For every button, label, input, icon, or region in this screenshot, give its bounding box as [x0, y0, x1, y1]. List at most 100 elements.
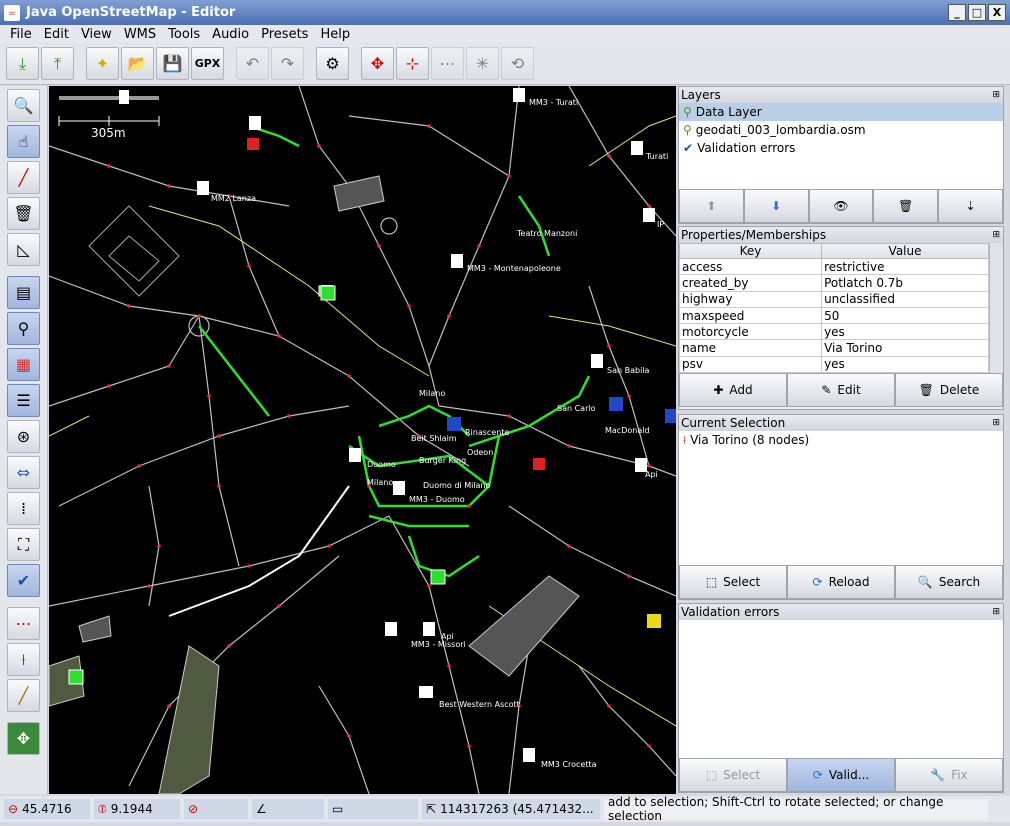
delete-mode-icon: 🗑 — [13, 204, 34, 223]
table-row[interactable]: psv yes — [678, 355, 989, 374]
menu-edit[interactable]: Edit — [38, 27, 75, 42]
toggle-visibility-button[interactable]: 👁 — [808, 189, 874, 223]
combine-way-button[interactable]: ⊹ — [396, 47, 429, 80]
pin-icon[interactable]: ⊞ — [992, 90, 1000, 100]
extrude-icon: ◺ — [17, 240, 30, 259]
heading-icon: ⊘ — [188, 802, 199, 816]
toggle-properties-button[interactable]: ⚲ — [7, 312, 40, 345]
toggle-conflict-button[interactable]: ⊛ — [7, 420, 40, 453]
merge-layer-button[interactable]: ⇣ — [938, 189, 1003, 223]
segment-tool-button[interactable]: ╱ — [7, 679, 40, 712]
new-button[interactable]: ✦ — [86, 47, 119, 80]
table-row[interactable]: created_by Potlatch 0.7b — [678, 274, 989, 292]
map-scale: 305m — [91, 126, 126, 140]
toggle-history-button[interactable]: ☰ — [7, 384, 40, 417]
menu-help[interactable]: Help — [314, 27, 356, 42]
reload-button[interactable]: ⟳ Reload — [787, 565, 895, 599]
minimize-button[interactable]: _ — [948, 4, 966, 21]
layer-geodati[interactable]: ⚲ geodati_003_lombardia.osm — [679, 121, 1003, 139]
prop-value[interactable]: restrictive — [821, 258, 989, 276]
properties-panel: Properties/Memberships ⊞ Key Value acces… — [678, 226, 1004, 410]
toggle-selection-button[interactable]: ▦ — [7, 348, 40, 381]
map-view[interactable]: 305m MM3 - Turati Turati MM2 Lanza Teatr… — [49, 86, 676, 794]
select-mode-button[interactable]: ☝ — [7, 125, 40, 158]
toggle-author-button[interactable]: ⛶ — [7, 528, 40, 561]
save-gpx-button[interactable]: GPX — [191, 47, 224, 80]
extrude-button[interactable]: ◺ — [7, 233, 40, 266]
table-row[interactable]: motorcycle yes — [678, 323, 989, 341]
layers-title: Layers — [681, 88, 721, 102]
table-row[interactable]: maxspeed 50 — [678, 306, 989, 325]
layer-data-layer[interactable]: ⚲ Data Layer — [679, 103, 1003, 121]
upload-button[interactable]: ⤒ — [41, 47, 74, 80]
layer-validation[interactable]: ✔ Validation errors — [679, 139, 1003, 157]
undo-icon: ↶ — [245, 54, 260, 73]
validate-button[interactable]: ⟳ Valid... — [787, 758, 895, 792]
layer-label: Data Layer — [695, 105, 762, 119]
undo-button[interactable]: ↶ — [236, 47, 269, 80]
prop-value[interactable]: yes — [821, 355, 989, 374]
add-property-button[interactable]: ✚ Add — [679, 373, 787, 407]
key-column-header[interactable]: Key — [678, 242, 823, 260]
pin-icon[interactable]: ⊞ — [992, 418, 1000, 428]
selection-item[interactable]: ⟊ Via Torino (8 nodes) — [679, 431, 1003, 449]
maximize-button[interactable]: □ — [968, 4, 986, 21]
table-row[interactable]: highway unclassified — [678, 290, 989, 308]
save-button[interactable]: 💾 — [156, 47, 189, 80]
table-row[interactable]: access restrictive — [678, 258, 989, 276]
pin-icon[interactable]: ⊞ — [992, 230, 1000, 240]
status-bar: ⊖ 45.4716 ⦶ 9.1944 ⊘ ∠ ▭ ⇱ 114317263 (45… — [0, 795, 1010, 823]
edit-property-button[interactable]: ✎ Edit — [787, 373, 895, 407]
properties-scrollbar[interactable] — [989, 243, 1003, 373]
menu-tools[interactable]: Tools — [162, 27, 206, 42]
search-button[interactable]: 🔍 Search — [895, 565, 1003, 599]
move-map-icon: ✥ — [16, 729, 31, 748]
visibility-icon: 👁 — [833, 199, 849, 213]
select-button[interactable]: ⬚ Select — [679, 565, 787, 599]
prop-key: motorcycle — [678, 323, 823, 341]
zoom-button[interactable]: 🔍 — [7, 89, 40, 122]
menu-audio[interactable]: Audio — [206, 27, 255, 42]
validation-select-button[interactable]: ⬚ Select — [679, 758, 787, 792]
menu-file[interactable]: File — [4, 27, 38, 42]
menu-wms[interactable]: WMS — [118, 27, 162, 42]
download-button[interactable]: ⤓ — [6, 47, 39, 80]
fix-button[interactable]: 🔧 Fix — [895, 758, 1003, 792]
split-way-button[interactable]: ✥ — [361, 47, 394, 80]
node-tool-button[interactable]: ⋯ — [7, 607, 40, 640]
add-way-button[interactable]: ╱ — [7, 161, 40, 194]
help-text-field: add to selection; Shift-Ctrl to rotate s… — [604, 795, 988, 823]
delete-layer-button[interactable]: 🗑 — [873, 189, 939, 223]
prop-value[interactable]: Potlatch 0.7b — [821, 274, 989, 292]
close-button[interactable]: X — [988, 4, 1006, 21]
redo-button[interactable]: ↷ — [271, 47, 304, 80]
pointer-icon: ⇱ — [426, 802, 437, 816]
align-line-button[interactable]: ⋯ — [431, 47, 464, 80]
value-column-header[interactable]: Value — [821, 242, 989, 260]
delete-property-button[interactable]: 🗑 Delete — [895, 373, 1003, 407]
preferences-button[interactable]: ⚙ — [316, 47, 349, 80]
move-up-button[interactable]: ⬆ — [679, 189, 744, 223]
delete-mode-button[interactable]: 🗑 — [7, 197, 40, 230]
prop-value[interactable]: yes — [821, 323, 989, 341]
move-down-button[interactable]: ⬇ — [743, 189, 809, 223]
prop-value[interactable]: unclassified — [821, 290, 989, 308]
save-icon: 💾 — [162, 54, 183, 73]
prop-value[interactable]: Via Torino — [821, 339, 989, 357]
prop-value[interactable]: 50 — [821, 306, 989, 325]
table-row[interactable]: name Via Torino — [678, 339, 989, 357]
trash-icon: 🗑 — [898, 199, 914, 213]
reverse-way-button[interactable]: ⟲ — [501, 47, 534, 80]
move-map-button[interactable]: ✥ — [7, 722, 40, 755]
align-circle-button[interactable]: ✳ — [466, 47, 499, 80]
map-canvas[interactable] — [49, 86, 676, 794]
way-tool-button[interactable]: ⟊ — [7, 643, 40, 676]
menu-view[interactable]: View — [75, 27, 118, 42]
toggle-layers-button[interactable]: ▤ — [7, 276, 40, 309]
toggle-validation-button[interactable]: ✔ — [7, 564, 40, 597]
pin-icon[interactable]: ⊞ — [992, 607, 1000, 617]
menu-presets[interactable]: Presets — [255, 27, 314, 42]
toggle-relations-button[interactable]: ⇔ — [7, 456, 40, 489]
toggle-command-stack-button[interactable]: ⁞ — [7, 492, 40, 525]
open-button[interactable]: 📂 — [121, 47, 154, 80]
